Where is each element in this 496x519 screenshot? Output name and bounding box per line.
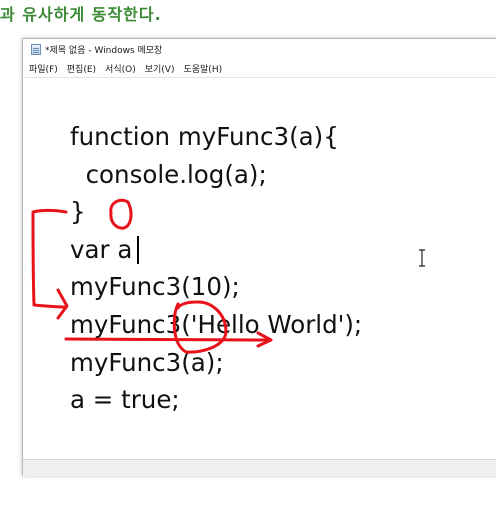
menu-help[interactable]: 도움말(H) bbox=[183, 61, 222, 76]
status-bar bbox=[23, 459, 496, 476]
code-line: myFunc3(a); bbox=[70, 348, 224, 377]
text-editor[interactable]: function myFunc3(a){ console.log(a); } v… bbox=[23, 77, 496, 480]
code-line: myFunc3(10); bbox=[70, 272, 240, 301]
ibeam-cursor-icon bbox=[419, 249, 425, 267]
menu-bar: 파일(F) 편집(E) 서식(O) 보기(V) 도움말(H) bbox=[23, 59, 496, 77]
title-bar: *제목 없음 - Windows 메모장 bbox=[23, 39, 496, 59]
code-line: function myFunc3(a){ bbox=[70, 122, 339, 151]
code-line: var a bbox=[70, 235, 133, 264]
text-caret bbox=[137, 236, 139, 264]
code-line: } bbox=[70, 197, 86, 226]
code-line: myFunc3('Hello World'); bbox=[70, 310, 363, 339]
notepad-icon bbox=[31, 43, 41, 55]
menu-edit[interactable]: 편집(E) bbox=[67, 61, 96, 76]
window-title: *제목 없음 - Windows 메모장 bbox=[45, 45, 163, 56]
menu-view[interactable]: 보기(V) bbox=[145, 61, 175, 76]
code-line: console.log(a); bbox=[70, 160, 267, 189]
code-line: a = true; bbox=[70, 385, 180, 414]
menu-file[interactable]: 파일(F) bbox=[29, 61, 58, 76]
page-caption: 과 유사하게 동작한다. bbox=[0, 5, 162, 24]
menu-format[interactable]: 서식(O) bbox=[105, 61, 136, 76]
